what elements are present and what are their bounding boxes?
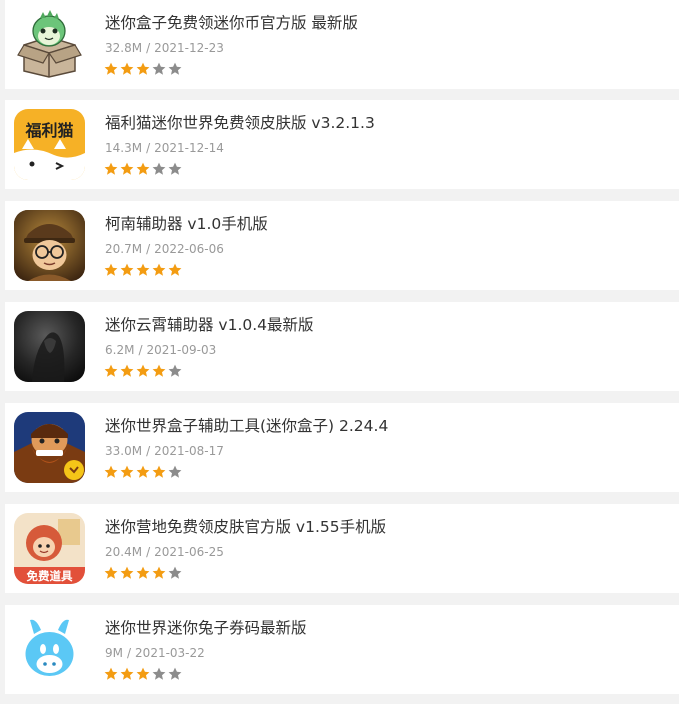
- star-filled-icon: [136, 162, 150, 176]
- app-title[interactable]: 福利猫迷你世界免费领皮肤版 v3.2.1.3: [105, 111, 375, 133]
- app-card[interactable]: 迷你云霄辅助器 v1.0.4最新版 6.2M/2021-09-03: [5, 302, 679, 391]
- app-title[interactable]: 迷你云霄辅助器 v1.0.4最新版: [105, 313, 314, 335]
- app-size: 20.7M: [105, 242, 143, 256]
- star-empty-icon: [168, 465, 182, 479]
- app-list: 迷你盒子免费领迷你币官方版 最新版 32.8M/2021-12-23 福利猫 福…: [0, 0, 679, 704]
- star-filled-icon: [152, 566, 166, 580]
- star-filled-icon: [152, 465, 166, 479]
- meta-separator: /: [138, 343, 143, 357]
- app-size: 32.8M: [105, 41, 143, 55]
- star-filled-icon: [136, 465, 150, 479]
- app-card[interactable]: 迷你世界迷你兔子券码最新版 9M /2021-03-22: [5, 605, 679, 694]
- app-card[interactable]: 柯南辅助器 v1.0手机版 20.7M/2022-06-06: [5, 201, 679, 290]
- star-empty-icon: [168, 667, 182, 681]
- star-empty-icon: [152, 62, 166, 76]
- star-filled-icon: [104, 62, 118, 76]
- free-items-icon-text: 免费道具: [27, 569, 73, 583]
- green-dinosaur-in-box-icon[interactable]: [14, 9, 85, 80]
- app-size: 14.3M: [105, 141, 143, 155]
- app-title[interactable]: 柯南辅助器 v1.0手机版: [105, 212, 268, 234]
- star-filled-icon: [104, 263, 118, 277]
- star-filled-icon: [104, 667, 118, 681]
- star-filled-icon: [120, 667, 134, 681]
- star-filled-icon: [120, 162, 134, 176]
- dark-figure-icon[interactable]: [14, 311, 85, 382]
- star-filled-icon: [120, 364, 134, 378]
- detective-character-icon[interactable]: [14, 210, 85, 281]
- app-size: 6.2M: [105, 343, 135, 357]
- star-empty-icon: [168, 62, 182, 76]
- star-filled-icon: [136, 263, 150, 277]
- app-date: 2021-03-22: [135, 646, 205, 660]
- app-date: 2021-08-17: [154, 444, 224, 458]
- app-card[interactable]: 免费道具 迷你营地免费领皮肤官方版 v1.55手机版 20.4M/2021-06…: [5, 504, 679, 593]
- star-empty-icon: [168, 566, 182, 580]
- app-date: 2021-06-25: [154, 545, 224, 559]
- meta-separator: /: [146, 141, 151, 155]
- star-empty-icon: [152, 667, 166, 681]
- star-filled-icon: [104, 465, 118, 479]
- app-meta: 6.2M/2021-09-03: [105, 343, 216, 357]
- app-meta: 20.7M/2022-06-06: [105, 242, 224, 256]
- app-meta: 33.0M/2021-08-17: [105, 444, 224, 458]
- app-meta: 9M /2021-03-22: [105, 646, 205, 660]
- app-title[interactable]: 迷你盒子免费领迷你币官方版 最新版: [105, 11, 358, 33]
- star-filled-icon: [136, 364, 150, 378]
- app-date: 2021-09-03: [146, 343, 217, 357]
- star-filled-icon: [104, 364, 118, 378]
- rating-stars: [104, 162, 182, 177]
- app-date: 2021-12-14: [154, 141, 224, 155]
- blue-rabbit-icon[interactable]: [14, 614, 85, 685]
- app-size: 20.4M: [105, 545, 143, 559]
- fulimao-cat-icon[interactable]: 福利猫: [14, 109, 85, 180]
- star-filled-icon: [152, 263, 166, 277]
- rating-stars: [104, 667, 182, 682]
- app-date: 2022-06-06: [154, 242, 224, 256]
- star-filled-icon: [136, 667, 150, 681]
- star-filled-icon: [152, 364, 166, 378]
- rating-stars: [104, 566, 182, 581]
- star-empty-icon: [152, 162, 166, 176]
- star-filled-icon: [104, 162, 118, 176]
- star-filled-icon: [120, 566, 134, 580]
- star-empty-icon: [168, 162, 182, 176]
- app-meta: 20.4M/2021-06-25: [105, 545, 224, 559]
- star-filled-icon: [120, 465, 134, 479]
- star-filled-icon: [120, 263, 134, 277]
- star-filled-icon: [168, 263, 182, 277]
- fulimao-icon-text: 福利猫: [24, 121, 73, 140]
- app-size: 9M: [105, 646, 123, 660]
- app-date: 2021-12-23: [154, 41, 224, 55]
- rating-stars: [104, 364, 182, 379]
- app-card[interactable]: 迷你盒子免费领迷你币官方版 最新版 32.8M/2021-12-23: [5, 0, 679, 89]
- app-card[interactable]: 福利猫 福利猫迷你世界免费领皮肤版 v3.2.1.3 14.3M/2021-12…: [5, 100, 679, 189]
- meta-separator: /: [127, 646, 132, 660]
- app-title[interactable]: 迷你世界盒子辅助工具(迷你盒子) 2.24.4: [105, 414, 388, 436]
- app-meta: 32.8M/2021-12-23: [105, 41, 224, 55]
- star-filled-icon: [104, 566, 118, 580]
- bearded-warrior-icon[interactable]: [14, 412, 85, 483]
- rating-stars: [104, 263, 182, 278]
- star-empty-icon: [168, 364, 182, 378]
- rating-stars: [104, 62, 182, 77]
- star-filled-icon: [136, 62, 150, 76]
- meta-separator: /: [146, 444, 151, 458]
- app-meta: 14.3M/2021-12-14: [105, 141, 224, 155]
- rating-stars: [104, 465, 182, 480]
- app-title[interactable]: 迷你世界迷你兔子券码最新版: [105, 616, 307, 638]
- app-card[interactable]: 迷你世界盒子辅助工具(迷你盒子) 2.24.4 33.0M/2021-08-17: [5, 403, 679, 492]
- app-size: 33.0M: [105, 444, 143, 458]
- star-filled-icon: [120, 62, 134, 76]
- star-filled-icon: [136, 566, 150, 580]
- free-items-girl-icon[interactable]: 免费道具: [14, 513, 85, 584]
- app-title[interactable]: 迷你营地免费领皮肤官方版 v1.55手机版: [105, 515, 386, 537]
- meta-separator: /: [146, 545, 151, 559]
- meta-separator: /: [146, 41, 151, 55]
- meta-separator: /: [146, 242, 151, 256]
